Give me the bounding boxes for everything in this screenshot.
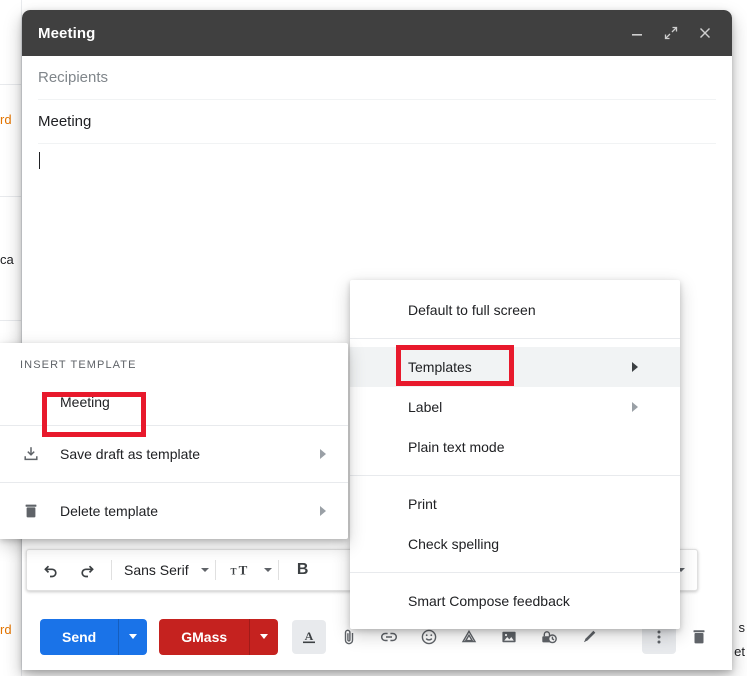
background-divider bbox=[0, 196, 22, 197]
font-family-chevron-down-icon[interactable] bbox=[201, 568, 209, 572]
svg-text:A: A bbox=[305, 629, 314, 643]
menu-item-default-to-full-screen[interactable]: Default to full screen bbox=[350, 290, 680, 330]
submenu-arrow-icon bbox=[320, 506, 326, 516]
background-text-fragment: rd bbox=[0, 622, 12, 637]
background-text-fragment-right: et bbox=[734, 644, 745, 659]
svg-text:T: T bbox=[230, 567, 236, 577]
font-size-icon[interactable]: T T bbox=[222, 555, 258, 585]
background-text-fragment: rd bbox=[0, 112, 12, 127]
menu-separator bbox=[350, 572, 680, 573]
close-icon[interactable] bbox=[688, 16, 722, 50]
compose-header: Meeting bbox=[22, 10, 732, 56]
background-divider bbox=[0, 320, 22, 321]
template-item-label: Meeting bbox=[60, 394, 110, 410]
menu-item-label: Print bbox=[408, 496, 437, 512]
discard-draft-icon[interactable] bbox=[682, 620, 716, 654]
menu-separator bbox=[350, 338, 680, 339]
menu-item-label: Check spelling bbox=[408, 536, 499, 552]
text-caret bbox=[39, 152, 40, 169]
toolbar-separator bbox=[215, 560, 216, 580]
menu-item-label: Default to full screen bbox=[408, 302, 536, 318]
gmass-options-arrow-icon[interactable] bbox=[250, 619, 278, 655]
send-button-label: Send bbox=[40, 619, 118, 655]
gmass-button[interactable]: GMass bbox=[159, 619, 278, 655]
menu-item-plain-text-mode[interactable]: Plain text mode bbox=[350, 427, 680, 467]
minimize-icon[interactable] bbox=[620, 16, 654, 50]
background-divider bbox=[0, 84, 22, 85]
subject-value: Meeting bbox=[38, 113, 91, 130]
compose-more-options-menu: Default to full screen Templates Label P… bbox=[350, 280, 680, 629]
menu-item-check-spelling[interactable]: Check spelling bbox=[350, 524, 680, 564]
menu-item-templates[interactable]: Templates bbox=[350, 347, 680, 387]
redo-icon[interactable] bbox=[69, 555, 105, 585]
send-options-arrow-icon[interactable] bbox=[119, 619, 147, 655]
gmass-button-label: GMass bbox=[159, 619, 249, 655]
template-item-meeting[interactable]: Meeting bbox=[0, 379, 348, 425]
menu-separator bbox=[350, 475, 680, 476]
toolbar-separator bbox=[278, 560, 279, 580]
trash-icon bbox=[20, 500, 42, 522]
submenu-arrow-icon bbox=[320, 449, 326, 459]
submenu-arrow-icon bbox=[632, 362, 638, 372]
compose-title: Meeting bbox=[38, 25, 620, 42]
menu-item-delete-template[interactable]: Delete template bbox=[0, 483, 348, 539]
save-icon bbox=[20, 443, 42, 465]
menu-item-label: Templates bbox=[408, 359, 472, 375]
menu-item-label: Label bbox=[408, 399, 442, 415]
menu-item-label: Save draft as template bbox=[60, 446, 200, 462]
send-button[interactable]: Send bbox=[40, 619, 147, 655]
svg-text:T: T bbox=[238, 563, 247, 578]
menu-item-label: Plain text mode bbox=[408, 439, 505, 455]
submenu-arrow-icon bbox=[632, 402, 638, 412]
font-family-selector[interactable]: Sans Serif bbox=[118, 562, 195, 578]
menu-item-print[interactable]: Print bbox=[350, 484, 680, 524]
insert-template-section-header: INSERT TEMPLATE bbox=[0, 343, 348, 379]
menu-item-save-draft-as-template[interactable]: Save draft as template bbox=[0, 426, 348, 482]
background-text-fragment-right: s bbox=[739, 620, 746, 635]
font-size-chevron-down-icon[interactable] bbox=[264, 568, 272, 572]
recipients-placeholder: Recipients bbox=[38, 69, 108, 86]
background-text-fragment: ca bbox=[0, 252, 14, 267]
font-family-value: Sans Serif bbox=[124, 562, 189, 578]
background-list-rail bbox=[0, 0, 22, 676]
formatting-options-icon[interactable]: A bbox=[292, 620, 326, 654]
toolbar-separator bbox=[111, 560, 112, 580]
menu-item-label[interactable]: Label bbox=[350, 387, 680, 427]
bold-button[interactable]: B bbox=[285, 555, 321, 585]
recipients-field[interactable]: Recipients bbox=[38, 56, 716, 100]
menu-item-label: Smart Compose feedback bbox=[408, 593, 570, 609]
menu-item-smart-compose-feedback[interactable]: Smart Compose feedback bbox=[350, 581, 680, 621]
templates-submenu: INSERT TEMPLATE Meeting Save draft as te… bbox=[0, 343, 348, 539]
undo-icon[interactable] bbox=[33, 555, 69, 585]
menu-item-label: Delete template bbox=[60, 503, 158, 519]
expand-icon[interactable] bbox=[654, 16, 688, 50]
subject-field[interactable]: Meeting bbox=[38, 100, 716, 144]
